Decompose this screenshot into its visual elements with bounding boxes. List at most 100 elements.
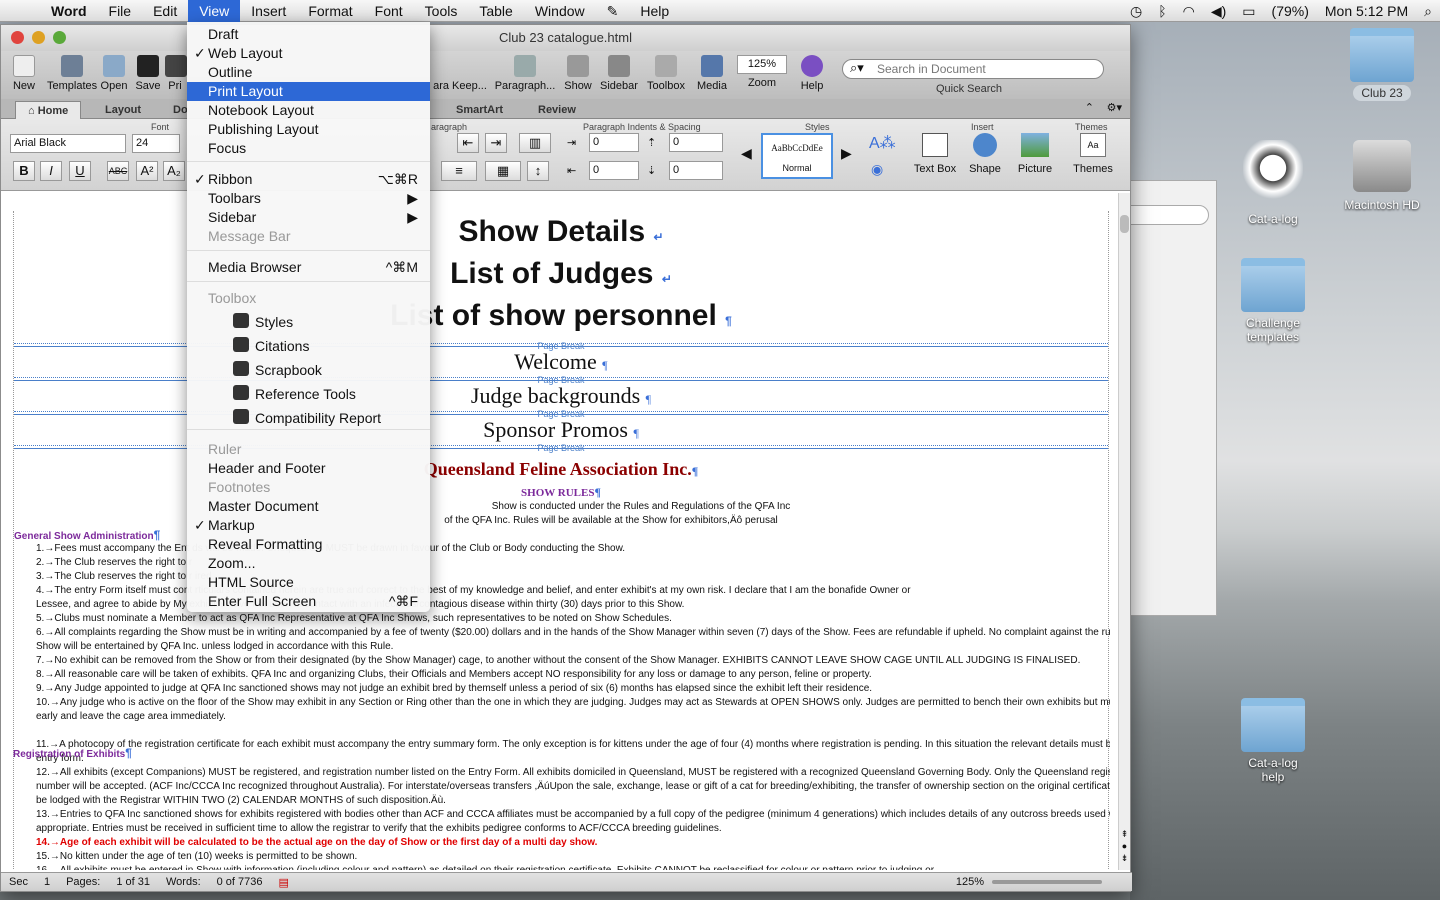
view-menu-item-web-layout[interactable]: ✓ Web Layout [187, 44, 430, 63]
desktop-app-cat-a-log[interactable]: Cat-a-log [1228, 140, 1318, 226]
templates-button[interactable]: Templates [47, 51, 97, 99]
script-menu-icon[interactable]: ✎ [596, 0, 630, 22]
view-menu-item-media-browser[interactable]: Media Browser ^⌘M [187, 258, 430, 277]
tab-smartart[interactable]: SmartArt [444, 101, 515, 119]
themes-button[interactable]: Aa Themes [1069, 133, 1117, 175]
view-menu-item-enter-full-screen[interactable]: Enter Full Screen ^⌘F [187, 592, 430, 611]
tab-layout[interactable]: Layout [93, 101, 153, 119]
search-document-input[interactable]: Search in Document [842, 59, 1104, 79]
tab-review[interactable]: Review [526, 101, 588, 119]
view-menu-item-toolbars[interactable]: Toolbars ▶ [187, 189, 430, 208]
bold-button[interactable]: B [13, 161, 35, 181]
menu-format[interactable]: Format [297, 0, 363, 22]
document-canvas[interactable]: Show Details ↵ List of Judges ↵ List of … [1, 193, 1120, 870]
clock[interactable]: Mon 5:12 PM [1317, 3, 1416, 19]
view-menu-item-zoom[interactable]: Zoom... [187, 554, 430, 573]
desktop-disk-macintosh-hd[interactable]: Macintosh HD [1337, 140, 1427, 212]
after-spacing-field[interactable]: 0 [669, 161, 723, 180]
menu-tools[interactable]: Tools [414, 0, 469, 22]
view-menu-item-header-and-footer[interactable]: Header and Footer [187, 459, 430, 478]
view-menu-item-html-source[interactable]: HTML Source [187, 573, 430, 592]
desktop-folder-challenge-templates[interactable]: Challenge templates [1228, 258, 1318, 344]
increase-indent-button[interactable]: ⇥ [485, 133, 507, 153]
media-button[interactable]: Media [690, 51, 734, 99]
new-button[interactable]: New [1, 51, 47, 99]
save-button[interactable]: Save [131, 51, 165, 99]
insert-shape-button[interactable]: Shape [963, 133, 1007, 175]
before-spacing-field[interactable]: 0 [669, 133, 723, 152]
view-menu-item-markup[interactable]: ✓ Markup [187, 516, 430, 535]
zoom-control[interactable]: 125% Zoom [734, 51, 790, 99]
menu-window[interactable]: Window [524, 0, 596, 22]
keep-button[interactable]: ara Keep... [430, 51, 490, 99]
superscript-button[interactable]: A² [136, 161, 158, 181]
insert-text-box-button[interactable]: Text Box [911, 133, 959, 175]
view-menu-item-styles[interactable]: Styles [187, 311, 430, 334]
subscript-button[interactable]: A₂ [163, 161, 185, 181]
insert-picture-button[interactable]: Picture [1013, 133, 1057, 175]
view-menu-item-reference-tools[interactable]: Reference Tools [187, 383, 430, 406]
strikethrough-button[interactable]: ABC [107, 161, 129, 181]
columns-button[interactable]: ▥ [519, 133, 551, 153]
collapse-ribbon-icon[interactable]: ⌃ [1085, 101, 1094, 114]
menu-insert[interactable]: Insert [240, 0, 297, 22]
view-menu-item-print-layout[interactable]: Print Layout [187, 82, 430, 101]
page-nav-icon[interactable]: ⇞ ● ⇟ [1119, 828, 1130, 864]
spotlight-search-icon[interactable]: ⌕ [1416, 3, 1440, 20]
bluetooth-icon[interactable]: ᛒ [1150, 3, 1174, 19]
sidebar-button[interactable]: Sidebar [596, 51, 642, 99]
show-button[interactable]: Show [560, 51, 596, 99]
sort-button[interactable]: ↕ [527, 161, 549, 181]
decrease-indent-button[interactable]: ⇤ [457, 133, 479, 153]
paragraph-button[interactable]: Paragraph... [490, 51, 560, 99]
italic-button[interactable]: I [40, 161, 62, 181]
spelling-status-icon[interactable]: ▤ [271, 876, 297, 889]
view-menu-item-focus[interactable]: Focus [187, 139, 430, 158]
line-spacing-button[interactable]: ≡ [441, 161, 477, 181]
volume-icon[interactable]: ◀) [1203, 3, 1234, 20]
zoom-field[interactable]: 125% [737, 55, 787, 74]
borders-button[interactable]: ▦ [485, 161, 521, 181]
view-menu-item-ribbon[interactable]: ✓ Ribbon ⌥⌘R [187, 170, 430, 189]
menu-view[interactable]: View [188, 0, 241, 22]
toolbox-button[interactable]: Toolbox [642, 51, 690, 99]
view-menu-item-notebook-layout[interactable]: Notebook Layout [187, 101, 430, 120]
menu-table[interactable]: Table [468, 0, 523, 22]
view-menu-item-citations[interactable]: Citations [187, 335, 430, 358]
view-menu-item-publishing-layout[interactable]: Publishing Layout [187, 120, 430, 139]
menu-edit[interactable]: Edit [142, 0, 188, 22]
view-menu-item-master-document[interactable]: Master Document [187, 497, 430, 516]
time-machine-icon[interactable]: ◷ [1122, 3, 1150, 20]
menu-help[interactable]: Help [629, 0, 680, 22]
menu-font[interactable]: Font [364, 0, 414, 22]
print-button[interactable]: Pri [165, 51, 187, 99]
underline-button[interactable]: U [69, 161, 91, 181]
styles-next-icon[interactable]: ▶ [841, 145, 852, 162]
font-name-select[interactable]: Arial Black [10, 134, 126, 153]
font-size-select[interactable]: 24 [132, 134, 180, 153]
tab-home[interactable]: ⌂ Home [15, 101, 82, 119]
left-indent-field[interactable]: 0 [589, 133, 639, 152]
menu-file[interactable]: File [98, 0, 143, 22]
change-styles-icon[interactable]: A⁂ [869, 133, 896, 153]
zoom-slider[interactable] [992, 880, 1102, 884]
view-menu-item-compatibility-report[interactable]: Compatibility Report [187, 407, 430, 430]
desktop-folder-cat-a-log-help[interactable]: Cat-a-log help [1228, 698, 1318, 784]
view-menu-item-scrapbook[interactable]: Scrapbook [187, 359, 430, 382]
ribbon-settings-gear-icon[interactable]: ⚙▾ [1107, 101, 1122, 114]
battery-icon[interactable]: ▭ [1234, 3, 1263, 20]
menu-app-word[interactable]: Word [40, 0, 98, 22]
view-menu-item-sidebar[interactable]: Sidebar ▶ [187, 208, 430, 227]
view-menu-item-reveal-formatting[interactable]: Reveal Formatting [187, 535, 430, 554]
wifi-icon[interactable]: ◠ [1175, 3, 1203, 20]
style-normal-swatch[interactable]: AaBbCcDdEe Normal [761, 133, 833, 179]
help-button[interactable]: Help [790, 51, 834, 99]
vertical-scrollbar[interactable]: ⇞ ● ⇟ [1118, 193, 1130, 870]
battery-percent[interactable]: (79%) [1264, 3, 1317, 19]
right-indent-field[interactable]: 0 [589, 161, 639, 180]
view-menu-item-draft[interactable]: Draft [187, 25, 430, 44]
open-button[interactable]: Open [97, 51, 131, 99]
desktop-folder-club-23[interactable]: Club 23 [1337, 28, 1427, 101]
scroll-thumb[interactable] [1120, 215, 1129, 233]
view-menu-item-outline[interactable]: Outline [187, 63, 430, 82]
